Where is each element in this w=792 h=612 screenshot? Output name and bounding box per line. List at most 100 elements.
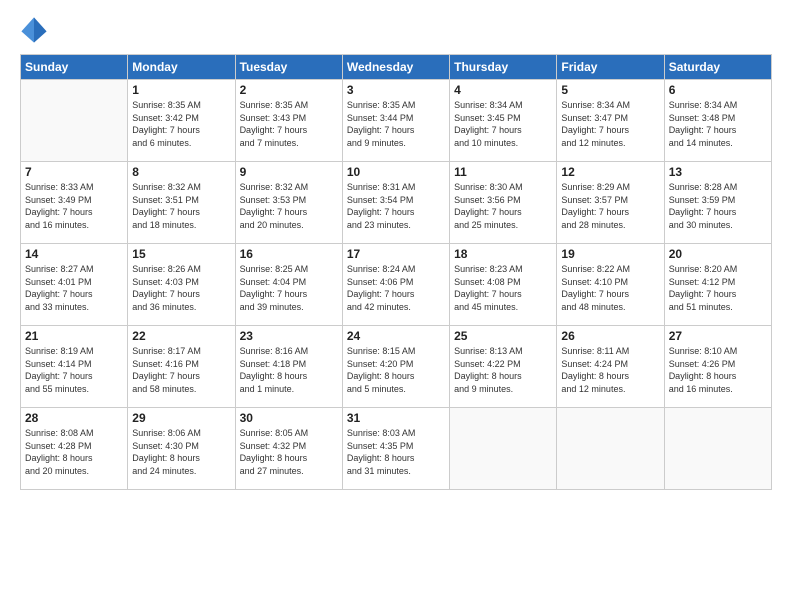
calendar-cell: 16 Sunrise: 8:25 AM Sunset: 4:04 PM Dayli… [235, 244, 342, 326]
day-number: 27 [669, 329, 767, 343]
calendar-cell: 18 Sunrise: 8:23 AM Sunset: 4:08 PM Dayli… [450, 244, 557, 326]
day-number: 29 [132, 411, 230, 425]
cell-info: Sunrise: 8:05 AM Sunset: 4:32 PM Dayligh… [240, 427, 338, 477]
day-number: 26 [561, 329, 659, 343]
header [20, 16, 772, 44]
calendar-cell: 25 Sunrise: 8:13 AM Sunset: 4:22 PM Dayli… [450, 326, 557, 408]
day-header-wednesday: Wednesday [342, 55, 449, 80]
day-number: 4 [454, 83, 552, 97]
day-number: 1 [132, 83, 230, 97]
logo [20, 16, 52, 44]
cell-info: Sunrise: 8:35 AM Sunset: 3:44 PM Dayligh… [347, 99, 445, 149]
calendar-cell: 5 Sunrise: 8:34 AM Sunset: 3:47 PM Daylig… [557, 80, 664, 162]
calendar-cell: 22 Sunrise: 8:17 AM Sunset: 4:16 PM Dayli… [128, 326, 235, 408]
cell-info: Sunrise: 8:19 AM Sunset: 4:14 PM Dayligh… [25, 345, 123, 395]
day-number: 16 [240, 247, 338, 261]
week-row-3: 14Sunrise: 8:27 AM Sunset: 4:01 PM Dayli… [21, 244, 772, 326]
calendar-cell [557, 408, 664, 490]
calendar-cell: 29 Sunrise: 8:06 AM Sunset: 4:30 PM Dayli… [128, 408, 235, 490]
calendar-cell: 21 Sunrise: 8:19 AM Sunset: 4:14 PM Dayli… [21, 326, 128, 408]
day-number: 9 [240, 165, 338, 179]
calendar-cell: 14Sunrise: 8:27 AM Sunset: 4:01 PM Dayli… [21, 244, 128, 326]
day-number: 2 [240, 83, 338, 97]
cell-info: Sunrise: 8:35 AM Sunset: 3:43 PM Dayligh… [240, 99, 338, 149]
calendar-cell [664, 408, 771, 490]
cell-info: Sunrise: 8:27 AM Sunset: 4:01 PM Dayligh… [25, 263, 123, 313]
day-number: 24 [347, 329, 445, 343]
calendar-cell [450, 408, 557, 490]
calendar-cell [21, 80, 128, 162]
day-number: 5 [561, 83, 659, 97]
calendar-cell: 3Sunrise: 8:35 AM Sunset: 3:44 PM Daylig… [342, 80, 449, 162]
calendar-cell: 24Sunrise: 8:15 AM Sunset: 4:20 PM Dayli… [342, 326, 449, 408]
week-row-2: 7 Sunrise: 8:33 AM Sunset: 3:49 PM Daylig… [21, 162, 772, 244]
day-header-tuesday: Tuesday [235, 55, 342, 80]
day-number: 10 [347, 165, 445, 179]
day-number: 18 [454, 247, 552, 261]
calendar-cell: 12 Sunrise: 8:29 AM Sunset: 3:57 PM Dayli… [557, 162, 664, 244]
logo-icon [20, 16, 48, 44]
cell-info: Sunrise: 8:16 AM Sunset: 4:18 PM Dayligh… [240, 345, 338, 395]
day-number: 21 [25, 329, 123, 343]
cell-info: Sunrise: 8:33 AM Sunset: 3:49 PM Dayligh… [25, 181, 123, 231]
cell-info: Sunrise: 8:23 AM Sunset: 4:08 PM Dayligh… [454, 263, 552, 313]
calendar-cell: 2 Sunrise: 8:35 AM Sunset: 3:43 PM Daylig… [235, 80, 342, 162]
cell-info: Sunrise: 8:08 AM Sunset: 4:28 PM Dayligh… [25, 427, 123, 477]
day-number: 25 [454, 329, 552, 343]
day-number: 12 [561, 165, 659, 179]
week-row-4: 21 Sunrise: 8:19 AM Sunset: 4:14 PM Dayli… [21, 326, 772, 408]
day-number: 20 [669, 247, 767, 261]
calendar-cell: 31 Sunrise: 8:03 AM Sunset: 4:35 PM Dayli… [342, 408, 449, 490]
day-number: 13 [669, 165, 767, 179]
cell-info: Sunrise: 8:17 AM Sunset: 4:16 PM Dayligh… [132, 345, 230, 395]
cell-info: Sunrise: 8:03 AM Sunset: 4:35 PM Dayligh… [347, 427, 445, 477]
calendar-cell: 15 Sunrise: 8:26 AM Sunset: 4:03 PM Dayli… [128, 244, 235, 326]
calendar-cell: 17Sunrise: 8:24 AM Sunset: 4:06 PM Dayli… [342, 244, 449, 326]
cell-info: Sunrise: 8:32 AM Sunset: 3:53 PM Dayligh… [240, 181, 338, 231]
calendar: SundayMondayTuesdayWednesdayThursdayFrid… [20, 54, 772, 490]
calendar-body: 1Sunrise: 8:35 AM Sunset: 3:42 PM Daylig… [21, 80, 772, 490]
day-number: 15 [132, 247, 230, 261]
day-number: 7 [25, 165, 123, 179]
cell-info: Sunrise: 8:20 AM Sunset: 4:12 PM Dayligh… [669, 263, 767, 313]
cell-info: Sunrise: 8:10 AM Sunset: 4:26 PM Dayligh… [669, 345, 767, 395]
day-number: 30 [240, 411, 338, 425]
cell-info: Sunrise: 8:34 AM Sunset: 3:47 PM Dayligh… [561, 99, 659, 149]
calendar-cell: 26 Sunrise: 8:11 AM Sunset: 4:24 PM Dayli… [557, 326, 664, 408]
cell-info: Sunrise: 8:34 AM Sunset: 3:45 PM Dayligh… [454, 99, 552, 149]
cell-info: Sunrise: 8:30 AM Sunset: 3:56 PM Dayligh… [454, 181, 552, 231]
calendar-cell: 4 Sunrise: 8:34 AM Sunset: 3:45 PM Daylig… [450, 80, 557, 162]
cell-info: Sunrise: 8:13 AM Sunset: 4:22 PM Dayligh… [454, 345, 552, 395]
cell-info: Sunrise: 8:25 AM Sunset: 4:04 PM Dayligh… [240, 263, 338, 313]
day-header-thursday: Thursday [450, 55, 557, 80]
calendar-cell: 9 Sunrise: 8:32 AM Sunset: 3:53 PM Daylig… [235, 162, 342, 244]
day-number: 31 [347, 411, 445, 425]
cell-info: Sunrise: 8:11 AM Sunset: 4:24 PM Dayligh… [561, 345, 659, 395]
cell-info: Sunrise: 8:26 AM Sunset: 4:03 PM Dayligh… [132, 263, 230, 313]
header-row: SundayMondayTuesdayWednesdayThursdayFrid… [21, 55, 772, 80]
cell-info: Sunrise: 8:29 AM Sunset: 3:57 PM Dayligh… [561, 181, 659, 231]
calendar-cell: 10 Sunrise: 8:31 AM Sunset: 3:54 PM Dayli… [342, 162, 449, 244]
cell-info: Sunrise: 8:06 AM Sunset: 4:30 PM Dayligh… [132, 427, 230, 477]
calendar-cell: 13Sunrise: 8:28 AM Sunset: 3:59 PM Dayli… [664, 162, 771, 244]
day-number: 8 [132, 165, 230, 179]
day-number: 22 [132, 329, 230, 343]
calendar-cell: 6Sunrise: 8:34 AM Sunset: 3:48 PM Daylig… [664, 80, 771, 162]
day-number: 19 [561, 247, 659, 261]
calendar-cell: 28Sunrise: 8:08 AM Sunset: 4:28 PM Dayli… [21, 408, 128, 490]
calendar-header: SundayMondayTuesdayWednesdayThursdayFrid… [21, 55, 772, 80]
calendar-cell: 19Sunrise: 8:22 AM Sunset: 4:10 PM Dayli… [557, 244, 664, 326]
day-header-friday: Friday [557, 55, 664, 80]
cell-info: Sunrise: 8:34 AM Sunset: 3:48 PM Dayligh… [669, 99, 767, 149]
cell-info: Sunrise: 8:31 AM Sunset: 3:54 PM Dayligh… [347, 181, 445, 231]
day-number: 23 [240, 329, 338, 343]
week-row-5: 28Sunrise: 8:08 AM Sunset: 4:28 PM Dayli… [21, 408, 772, 490]
calendar-cell: 8Sunrise: 8:32 AM Sunset: 3:51 PM Daylig… [128, 162, 235, 244]
calendar-cell: 30 Sunrise: 8:05 AM Sunset: 4:32 PM Dayli… [235, 408, 342, 490]
day-header-monday: Monday [128, 55, 235, 80]
calendar-cell: 7 Sunrise: 8:33 AM Sunset: 3:49 PM Daylig… [21, 162, 128, 244]
calendar-cell: 20 Sunrise: 8:20 AM Sunset: 4:12 PM Dayli… [664, 244, 771, 326]
week-row-1: 1Sunrise: 8:35 AM Sunset: 3:42 PM Daylig… [21, 80, 772, 162]
day-header-saturday: Saturday [664, 55, 771, 80]
day-number: 11 [454, 165, 552, 179]
